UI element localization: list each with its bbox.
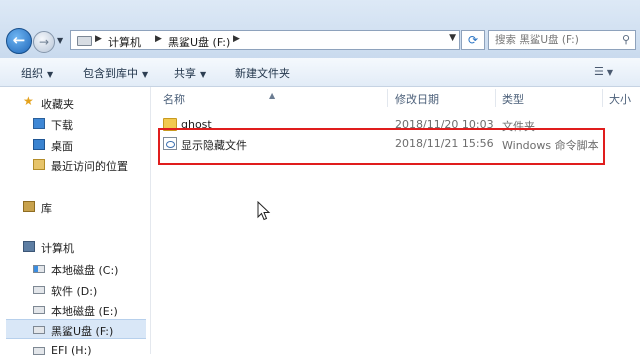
star-icon: ★	[23, 94, 34, 108]
navigation-pane: ★ 收藏夹 下载 桌面 最近访问的位置 库 计算机 本地磁盘 (C:) 软件 (…	[0, 87, 151, 357]
new-folder-label: 新建文件夹	[235, 67, 290, 80]
sidebar-item-label: EFI (H:)	[51, 344, 92, 357]
sidebar-item-label: 本地磁盘 (E:)	[51, 305, 118, 318]
include-in-library-button[interactable]: 包含到库中 ▼	[83, 65, 148, 81]
sidebar-item-recent[interactable]: 最近访问的位置	[0, 155, 148, 175]
sort-ascending-icon: ▲	[269, 91, 276, 100]
chevron-down-icon[interactable]: ▼	[449, 33, 456, 43]
sidebar-item-label: 本地磁盘 (C:)	[51, 264, 119, 277]
library-icon	[23, 201, 35, 212]
sidebar-item-libraries[interactable]: 库	[0, 197, 148, 217]
desktop-icon	[33, 139, 45, 150]
forward-button[interactable]: →	[33, 31, 55, 53]
sidebar-item-downloads[interactable]: 下载	[0, 114, 148, 134]
downloads-icon	[33, 118, 45, 129]
breadcrumb-drive-f[interactable]: 黑鲨U盘 (F:)	[168, 34, 230, 50]
back-button[interactable]: ←	[6, 28, 32, 54]
chevron-right-icon[interactable]: ▶	[233, 34, 240, 44]
refresh-icon: ⟳	[467, 33, 479, 47]
column-divider[interactable]	[387, 89, 388, 107]
sidebar-item-desktop[interactable]: 桌面	[0, 135, 148, 155]
column-divider[interactable]	[495, 89, 496, 107]
organize-label: 组织	[21, 67, 43, 80]
sidebar-item-label: 收藏夹	[41, 98, 74, 111]
caret-down-icon: ▼	[200, 70, 207, 79]
caret-down-icon: ▼	[47, 70, 54, 79]
sidebar-item-drive-e[interactable]: 本地磁盘 (E:)	[0, 300, 148, 320]
sidebar-item-label: 桌面	[51, 140, 73, 153]
system-drive-icon	[33, 265, 45, 273]
sidebar-item-favorites[interactable]: ★ 收藏夹	[0, 93, 148, 113]
column-header-size[interactable]: 大小	[609, 91, 631, 107]
usb-drive-icon	[33, 326, 45, 334]
chevron-right-icon[interactable]: ▶	[95, 34, 102, 44]
sidebar-item-drive-f[interactable]: 黑鲨U盘 (F:)	[6, 319, 146, 339]
highlight-box	[158, 128, 605, 165]
new-folder-button[interactable]: 新建文件夹	[235, 65, 290, 81]
recent-places-icon	[33, 159, 45, 170]
chevron-right-icon[interactable]: ▶	[155, 34, 162, 44]
breadcrumb-computer[interactable]: 计算机	[108, 34, 141, 50]
sidebar-item-label: 黑鲨U盘 (F:)	[51, 325, 114, 338]
sidebar-item-computer[interactable]: 计算机	[0, 237, 148, 257]
address-bar-region: ← → ▼ ▶ 计算机 ▶ 黑鲨U盘 (F:) ▶ ▼ ⟳ ⚲	[0, 0, 640, 59]
drive-icon	[77, 36, 92, 46]
include-library-label: 包含到库中	[83, 67, 138, 80]
sidebar-item-drive-h[interactable]: EFI (H:)	[0, 341, 148, 361]
sidebar-item-label: 软件 (D:)	[51, 285, 98, 298]
sidebar-item-label: 库	[41, 202, 52, 215]
sidebar-item-drive-c[interactable]: 本地磁盘 (C:)	[0, 259, 148, 279]
drive-icon	[33, 306, 45, 314]
caret-down-icon: ▼	[142, 70, 149, 79]
search-input[interactable]	[495, 33, 615, 47]
view-list-icon: ☰	[594, 65, 604, 78]
sidebar-item-label: 最近访问的位置	[51, 160, 128, 173]
sidebar-item-drive-d[interactable]: 软件 (D:)	[0, 280, 148, 300]
search-box[interactable]: ⚲	[488, 30, 636, 50]
computer-icon	[23, 241, 35, 252]
column-headers: 名称 ▲ 修改日期 类型 大小	[151, 87, 640, 109]
sidebar-item-label: 计算机	[41, 242, 74, 255]
share-label: 共享	[174, 67, 196, 80]
column-divider[interactable]	[602, 89, 603, 107]
sidebar-item-label: 下载	[51, 119, 73, 132]
column-header-date[interactable]: 修改日期	[395, 91, 439, 107]
search-icon[interactable]: ⚲	[622, 33, 630, 46]
share-button[interactable]: 共享 ▼	[174, 65, 206, 81]
command-bar: 组织 ▼ 包含到库中 ▼ 共享 ▼ 新建文件夹 ☰ ▼	[0, 58, 640, 87]
column-header-type[interactable]: 类型	[502, 91, 524, 107]
refresh-button[interactable]: ⟳	[461, 30, 485, 50]
change-view-button[interactable]: ☰ ▼	[594, 65, 613, 78]
drive-icon	[33, 286, 45, 294]
back-arrow-icon: ←	[12, 31, 26, 49]
caret-down-icon: ▼	[606, 68, 614, 77]
address-path[interactable]: ▶ 计算机 ▶ 黑鲨U盘 (F:) ▶ ▼	[70, 30, 460, 50]
recent-pages-dropdown[interactable]: ▼	[57, 37, 65, 45]
organize-button[interactable]: 组织 ▼	[21, 65, 53, 81]
column-header-name[interactable]: 名称	[163, 91, 185, 107]
forward-arrow-icon: →	[38, 35, 50, 49]
